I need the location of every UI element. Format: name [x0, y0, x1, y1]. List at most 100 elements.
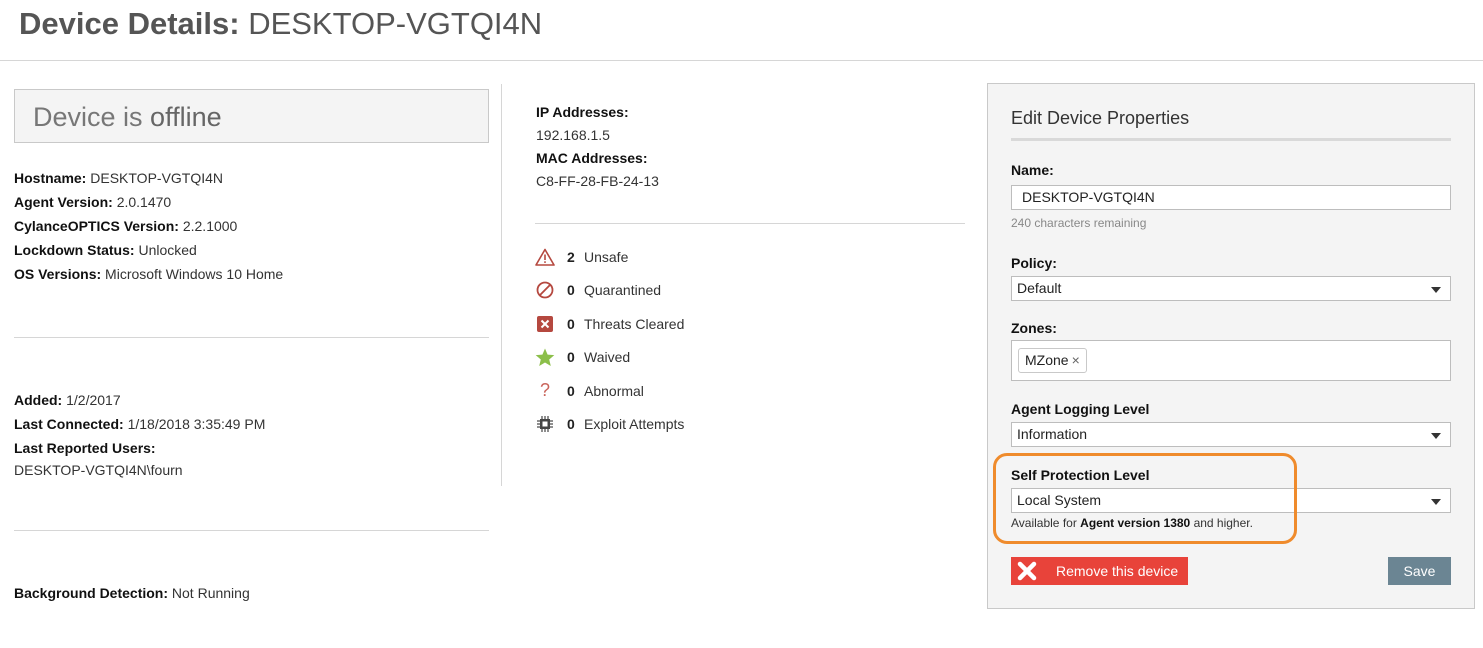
lockdown-status-label: Lockdown Status:	[14, 242, 135, 258]
agent-version-label: Agent Version:	[14, 194, 113, 210]
threat-row-exploit[interactable]: 0 Exploit Attempts	[535, 414, 684, 447]
last-connected-row: Last Connected: 1/18/2018 3:35:49 PM	[14, 416, 265, 440]
device-dates-list: Added: 1/2/2017 Last Connected: 1/18/201…	[14, 392, 265, 484]
mac-addresses-label: MAC Addresses:	[536, 150, 648, 166]
policy-select[interactable]: Default	[1011, 276, 1451, 301]
device-status-box: Device is offline	[14, 89, 489, 143]
logging-level-label: Agent Logging Level	[1011, 401, 1150, 417]
background-detection-value: Not Running	[171, 585, 250, 601]
added-row: Added: 1/2/2017	[14, 392, 265, 416]
last-users-row: Last Reported Users:	[14, 440, 265, 462]
last-users-value: DESKTOP-VGTQI4N\fourn	[14, 462, 183, 478]
x-square-icon	[535, 314, 555, 334]
left-divider-1	[14, 337, 489, 338]
column-separator	[501, 84, 502, 486]
ip-addresses-value: 192.168.1.5	[536, 127, 610, 143]
zones-input[interactable]: MZone ×	[1011, 340, 1451, 381]
close-icon	[1011, 557, 1043, 585]
last-connected-label: Last Connected:	[14, 416, 124, 432]
threat-label: Abnormal	[584, 382, 644, 399]
left-divider-2	[14, 530, 489, 531]
hostname-label: Hostname:	[14, 170, 87, 186]
device-info-list: Hostname: DESKTOP-VGTQI4N Agent Version:…	[14, 170, 283, 290]
status-state: offline	[150, 102, 222, 132]
chevron-down-icon	[1431, 499, 1441, 505]
lockdown-status-value: Unlocked	[138, 242, 197, 258]
agent-version-note: Available for Agent version 1380 and hig…	[1011, 516, 1253, 530]
threat-count: 0	[567, 315, 575, 332]
save-button[interactable]: Save	[1388, 557, 1451, 585]
optics-version-row: CylanceOPTICS Version: 2.2.1000	[14, 218, 283, 242]
added-label: Added:	[14, 392, 63, 408]
optics-version-label: CylanceOPTICS Version:	[14, 218, 179, 234]
threat-count: 0	[567, 349, 575, 366]
threat-row-quarantined[interactable]: 0 Quarantined	[535, 280, 684, 313]
name-input[interactable]: DESKTOP-VGTQI4N	[1011, 185, 1451, 210]
threat-count: 2	[567, 249, 575, 265]
logging-level-select[interactable]: Information	[1011, 422, 1451, 447]
ip-addresses-label: IP Addresses:	[536, 104, 629, 120]
os-version-row: OS Versions: Microsoft Windows 10 Home	[14, 266, 283, 290]
threat-count: 0	[567, 382, 575, 399]
agent-version-value: 2.0.1470	[116, 194, 172, 210]
threat-summary: 2 Unsafe 0 Quarantined 0 Threats Cleared…	[535, 247, 684, 447]
last-connected-value: 1/18/2018 3:35:49 PM	[127, 416, 266, 432]
remove-device-button[interactable]: Remove this device	[1011, 557, 1188, 585]
zone-tag-label: MZone	[1025, 352, 1069, 368]
hostname-row: Hostname: DESKTOP-VGTQI4N	[14, 170, 283, 194]
chevron-down-icon	[1431, 287, 1441, 293]
middle-divider	[535, 223, 965, 224]
background-detection-label: Background Detection:	[14, 585, 169, 601]
policy-selected-value: Default	[1017, 280, 1062, 296]
warning-triangle-icon	[535, 247, 555, 267]
edit-device-panel: Edit Device Properties Name: DESKTOP-VGT…	[987, 83, 1475, 609]
self-protection-select[interactable]: Local System	[1011, 488, 1451, 513]
remove-device-label: Remove this device	[1056, 563, 1179, 579]
logging-level-selected-value: Information	[1017, 426, 1088, 442]
self-protection-label: Self Protection Level	[1011, 467, 1150, 483]
threat-count: 0	[567, 282, 575, 299]
self-protection-selected-value: Local System	[1017, 492, 1102, 508]
threat-row-waived[interactable]: 0 Waived	[535, 347, 684, 380]
device-status-text: Device is offline	[33, 100, 222, 134]
note-prefix: Available for	[1011, 516, 1077, 530]
prohibited-icon	[535, 280, 555, 300]
question-mark-icon: ?	[539, 380, 550, 401]
page-title: Device Details: DESKTOP-VGTQI4N	[19, 4, 542, 44]
mac-addresses-value: C8-FF-28-FB-24-13	[536, 173, 659, 189]
threat-row-unsafe[interactable]: 2 Unsafe	[535, 247, 684, 280]
lockdown-status-row: Lockdown Status: Unlocked	[14, 242, 283, 266]
threat-row-cleared[interactable]: 0 Threats Cleared	[535, 314, 684, 347]
note-bold: Agent version 1380	[1080, 516, 1191, 530]
panel-title: Edit Device Properties	[1011, 108, 1190, 128]
status-prefix: Device is	[33, 102, 143, 132]
chip-icon	[535, 414, 555, 434]
star-icon	[535, 347, 555, 367]
policy-label: Policy:	[1011, 255, 1057, 271]
page-title-device: DESKTOP-VGTQI4N	[248, 6, 543, 41]
close-icon[interactable]: ×	[1072, 352, 1080, 368]
threat-label: Quarantined	[584, 282, 662, 299]
threat-label: Waived	[584, 349, 631, 366]
zones-label: Zones:	[1011, 320, 1057, 336]
optics-version-value: 2.2.1000	[182, 218, 238, 234]
panel-title-rule	[1011, 138, 1451, 141]
page-header: Device Details: DESKTOP-VGTQI4N	[0, 0, 1483, 61]
threat-label: Unsafe	[584, 249, 629, 265]
added-value: 1/2/2017	[66, 392, 121, 408]
last-users-label: Last Reported Users:	[14, 440, 156, 456]
background-detection-row: Background Detection: Not Running	[14, 585, 250, 601]
threat-row-abnormal[interactable]: ? 0 Abnormal	[535, 380, 684, 414]
os-version-value: Microsoft Windows 10 Home	[105, 266, 284, 282]
threat-label: Exploit Attempts	[584, 415, 685, 432]
agent-version-row: Agent Version: 2.0.1470	[14, 194, 283, 218]
os-version-label: OS Versions:	[14, 266, 102, 282]
threat-label: Threats Cleared	[584, 315, 685, 332]
hostname-value: DESKTOP-VGTQI4N	[90, 170, 224, 186]
chevron-down-icon	[1431, 433, 1441, 439]
note-suffix: and higher.	[1193, 516, 1253, 530]
name-label: Name:	[1011, 162, 1054, 178]
chars-remaining: 240 characters remaining	[1011, 216, 1147, 230]
network-info: IP Addresses: 192.168.1.5 MAC Addresses:…	[536, 104, 659, 196]
threat-count: 0	[567, 415, 575, 432]
